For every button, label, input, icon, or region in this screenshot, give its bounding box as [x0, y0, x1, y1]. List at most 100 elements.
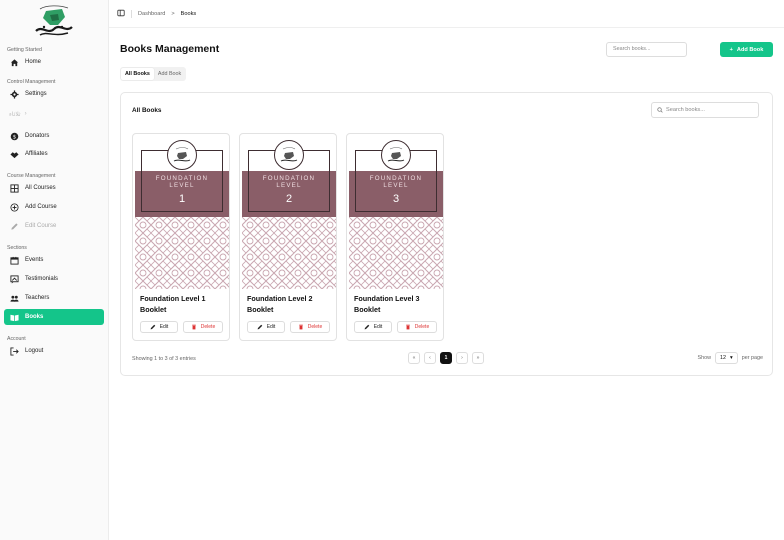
next-page-button[interactable]: ›: [456, 352, 468, 364]
book-card[interactable]: FOUNDATION LEVEL 2 Foundation Level 2 Boo…: [239, 133, 337, 341]
delete-button[interactable]: Delete: [183, 321, 223, 333]
plus-icon: +: [729, 46, 733, 53]
sidebar-item-all-courses[interactable]: All Courses: [4, 180, 104, 196]
sidebar-item-label: Home: [25, 59, 42, 65]
faded-text: ثلاثاء: [9, 111, 21, 118]
per-page-control: Show 12 ▾ per page: [698, 352, 763, 364]
edit-button[interactable]: Edit: [140, 321, 178, 333]
book-card[interactable]: FOUNDATION LEVEL 1 Foundation Level 1 Boo…: [132, 133, 230, 341]
topbar: Dashboard > Books: [109, 0, 784, 28]
sidebar-toggle-icon[interactable]: [117, 9, 125, 19]
sidebar-item-teachers[interactable]: Teachers: [4, 290, 104, 306]
tab-add-book[interactable]: Add Book: [154, 68, 185, 80]
sidebar-item-settings[interactable]: Settings: [4, 86, 104, 102]
sidebar-item-label: Affiliates: [25, 151, 48, 157]
chat-icon: [9, 274, 19, 284]
add-book-button[interactable]: + Add Book: [720, 42, 773, 57]
sidebar-item-edit-course[interactable]: Edit Course: [4, 218, 104, 234]
sidebar-item-label: Testimonials: [25, 276, 59, 282]
delete-label: Delete: [414, 324, 430, 330]
sidebar-item-label: Settings: [25, 91, 47, 97]
last-page-button[interactable]: »: [472, 352, 484, 364]
book-cover: FOUNDATION LEVEL 1: [135, 136, 229, 289]
book-icon: [9, 312, 19, 322]
trash-icon: [405, 324, 410, 330]
logo-icon: [35, 5, 73, 36]
pencil-icon: [364, 324, 369, 330]
search-placeholder: Search books...: [666, 107, 705, 113]
book-cover: FOUNDATION LEVEL 3: [349, 136, 443, 289]
logo[interactable]: [4, 0, 104, 40]
tabs: All Books Add Book: [120, 67, 187, 81]
cover-number: 1: [178, 193, 186, 205]
gear-icon: [9, 89, 19, 99]
book-title: Foundation Level 1 Booklet: [140, 294, 206, 314]
sidebar-item-add-course[interactable]: Add Course: [4, 199, 104, 215]
page-header: Books Management Search books... + Add B…: [120, 42, 773, 58]
edit-label: Edit: [266, 324, 276, 330]
sidebar-item-affiliates[interactable]: Affiliates: [4, 146, 104, 162]
sidebar-item-events[interactable]: Events: [4, 252, 104, 268]
page-button-current[interactable]: 1: [440, 352, 452, 364]
section-label-sections: Sections: [7, 245, 27, 251]
search-icon: [657, 107, 663, 113]
breadcrumb-root[interactable]: Dashboard: [138, 11, 165, 17]
sidebar-item-books[interactable]: Books: [4, 309, 104, 325]
delete-label: Delete: [307, 324, 323, 330]
book-cover: FOUNDATION LEVEL 2: [242, 136, 336, 289]
pattern-decoration: [242, 217, 336, 289]
sidebar-item-label: Edit Course: [25, 223, 57, 229]
divider: [131, 9, 132, 18]
chevron-down-icon: ▾: [730, 355, 733, 361]
logout-icon: [9, 346, 19, 356]
chevron-right-icon: ›: [24, 111, 28, 117]
sidebar-item-label: Teachers: [25, 295, 50, 301]
plus-circle-icon: [9, 202, 19, 212]
entries-summary: Showing 1 to 3 of 3 entries: [132, 356, 196, 362]
sidebar-item-home[interactable]: Home: [4, 54, 104, 70]
handshake-icon: [9, 149, 19, 159]
cover-number: 2: [285, 193, 293, 205]
edit-button[interactable]: Edit: [354, 321, 392, 333]
edit-label: Edit: [373, 324, 383, 330]
delete-button[interactable]: Delete: [397, 321, 437, 333]
pattern-decoration: [349, 217, 443, 289]
per-page-select[interactable]: 12 ▾: [715, 352, 738, 364]
people-icon: [9, 293, 19, 303]
medallion-logo-icon: [167, 140, 197, 170]
trash-icon: [298, 324, 303, 330]
card-title: All Books: [132, 107, 162, 114]
pagination: « ‹ 1 › »: [408, 352, 484, 364]
svg-text:$: $: [12, 134, 15, 140]
tab-all-books[interactable]: All Books: [121, 68, 154, 80]
cover-text: FOUNDATION LEVEL: [262, 175, 316, 189]
page-title: Books Management: [120, 43, 220, 55]
trash-icon: [191, 324, 196, 330]
sidebar-faded-item[interactable]: ثلاثاء ›: [4, 106, 104, 122]
edit-label: Edit: [159, 324, 169, 330]
sidebar-item-label: Add Course: [25, 204, 57, 210]
pencil-icon: [9, 221, 19, 231]
card-search-input[interactable]: Search books...: [651, 102, 759, 118]
prev-page-button[interactable]: ‹: [424, 352, 436, 364]
calendar-icon: [9, 255, 19, 265]
sidebar-item-logout[interactable]: Logout: [4, 343, 104, 359]
add-book-label: Add Book: [736, 46, 764, 53]
book-title: Foundation Level 3 Booklet: [354, 294, 420, 314]
section-label-control-management: Control Management: [7, 79, 56, 85]
sidebar-item-testimonials[interactable]: Testimonials: [4, 271, 104, 287]
medallion-logo-icon: [274, 140, 304, 170]
grid-icon: [9, 183, 19, 193]
breadcrumb-current: Books: [180, 10, 197, 17]
delete-label: Delete: [200, 324, 216, 330]
section-label-account: Account: [7, 336, 26, 342]
book-card[interactable]: FOUNDATION LEVEL 3 Foundation Level 3 Boo…: [346, 133, 444, 341]
edit-button[interactable]: Edit: [247, 321, 285, 333]
delete-button[interactable]: Delete: [290, 321, 330, 333]
first-page-button[interactable]: «: [408, 352, 420, 364]
pencil-icon: [150, 324, 155, 330]
header-search-input[interactable]: Search books...: [606, 42, 687, 57]
main-content: Dashboard > Books Books Management Searc…: [109, 0, 784, 540]
sidebar-item-donators[interactable]: $ Donators: [4, 128, 104, 144]
section-label-course-management: Course Management: [7, 173, 56, 179]
